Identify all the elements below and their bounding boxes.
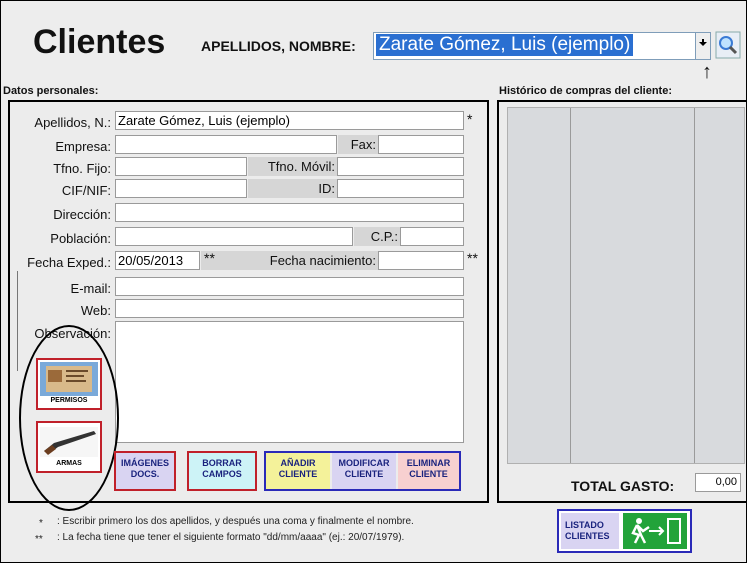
eliminar-cliente-label-2: CLIENTE xyxy=(409,469,448,479)
cp-label: C.P.: xyxy=(354,227,400,246)
empresa-field[interactable] xyxy=(115,135,337,154)
historico-label: Histórico de compras del cliente: xyxy=(499,85,672,97)
fax-label: Fax: xyxy=(338,135,378,154)
page-title: Clientes xyxy=(33,23,166,61)
fax-field[interactable] xyxy=(378,135,464,154)
pointer-arrow-icon: ↑ xyxy=(702,61,712,83)
imagenes-docs-label-1: IMÁGENES xyxy=(120,458,169,468)
date-format-star: ** xyxy=(204,250,215,266)
footnote-name-format: : Escribir primero los dos apellidos, y … xyxy=(57,516,414,527)
eliminar-cliente-label-1: ELIMINAR xyxy=(406,458,451,468)
exit-button[interactable] xyxy=(623,513,687,549)
combo-dropdown-button[interactable] xyxy=(695,32,711,60)
clientes-window: Clientes APELLIDOS, NOMBRE: Zarate Gómez… xyxy=(0,0,747,563)
total-gasto-label: TOTAL GASTO: xyxy=(571,478,675,494)
cif-field[interactable] xyxy=(115,179,247,198)
imagenes-docs-label-2: DOCS. xyxy=(130,469,160,479)
magnifier-icon xyxy=(715,31,741,59)
datos-personales-label: Datos personales: xyxy=(3,85,99,97)
fecha-exped-field[interactable]: 20/05/2013 xyxy=(115,251,200,270)
borrar-campos-label-2: CAMPOS xyxy=(202,469,242,479)
tfno-movil-field[interactable] xyxy=(337,157,464,176)
fecha-nacimiento-field[interactable] xyxy=(378,251,464,270)
apellidos-label: Apellidos, N.: xyxy=(34,115,111,130)
footnote-date-format: : La fecha tiene que tener el siguiente … xyxy=(57,532,405,543)
search-button[interactable] xyxy=(715,31,741,59)
email-label: E-mail: xyxy=(70,281,111,296)
fecha-exped-label: Fecha Exped.: xyxy=(27,255,111,270)
tfno-movil-label: Tfno. Móvil: xyxy=(248,157,337,176)
empresa-label: Empresa: xyxy=(55,139,111,154)
cp-field[interactable] xyxy=(400,227,464,246)
listado-clientes-button[interactable]: LISTADO CLIENTES xyxy=(561,513,619,549)
modificar-cliente-label-1: MODIFICAR xyxy=(338,458,390,468)
imagenes-docs-button[interactable]: IMÁGENES DOCS. xyxy=(114,451,176,491)
anadir-cliente-label-1: AÑADIR xyxy=(280,458,316,468)
web-field[interactable] xyxy=(115,299,464,318)
cif-label: CIF/NIF: xyxy=(61,183,111,198)
chevron-down-icon xyxy=(699,39,707,46)
modificar-cliente-label-2: CLIENTE xyxy=(344,469,384,479)
apellidos-nombre-label: APELLIDOS, NOMBRE: xyxy=(201,38,356,54)
direccion-field[interactable] xyxy=(115,203,464,222)
anadir-cliente-label-2: CLIENTE xyxy=(278,469,318,479)
footnote-double-star: ** xyxy=(35,534,43,545)
date-format-star-2: ** xyxy=(467,250,478,266)
modificar-cliente-button[interactable]: MODIFICAR CLIENTE xyxy=(332,453,396,489)
borrar-campos-label-1: BORRAR xyxy=(202,458,242,468)
grid-column-divider xyxy=(694,108,695,463)
direccion-label: Dirección: xyxy=(53,207,111,222)
poblacion-label: Población: xyxy=(50,231,111,246)
client-selector-combo[interactable]: Zarate Gómez, Luis (ejemplo) xyxy=(373,32,697,60)
eliminar-cliente-button[interactable]: ELIMINAR CLIENTE xyxy=(398,453,459,489)
poblacion-field[interactable] xyxy=(115,227,353,246)
listado-clientes-label-1: LISTADO xyxy=(565,520,604,530)
tfno-fijo-label: Tfno. Fijo: xyxy=(53,161,111,176)
total-gasto-value: 0,00 xyxy=(695,473,741,492)
anadir-cliente-button[interactable]: AÑADIR CLIENTE xyxy=(266,453,330,489)
grid-column-divider xyxy=(570,108,571,463)
id-field[interactable] xyxy=(337,179,464,198)
borrar-campos-button[interactable]: BORRAR CAMPOS xyxy=(187,451,257,491)
footnote-star: * xyxy=(39,518,43,529)
fecha-nacimiento-label: Fecha nacimiento: xyxy=(201,251,378,270)
id-label: ID: xyxy=(248,179,337,198)
email-field[interactable] xyxy=(115,277,464,296)
required-star: * xyxy=(467,111,473,127)
highlight-oval xyxy=(19,325,119,511)
apellidos-field[interactable]: Zarate Gómez, Luis (ejemplo) xyxy=(115,111,464,130)
group-divider xyxy=(17,271,18,371)
web-label: Web: xyxy=(80,303,111,318)
exit-door-icon xyxy=(631,518,681,544)
historico-grid[interactable] xyxy=(507,107,745,464)
tfno-fijo-field[interactable] xyxy=(115,157,247,176)
observacion-textarea[interactable] xyxy=(115,321,464,443)
listado-clientes-label-2: CLIENTES xyxy=(565,531,610,541)
client-selector-value: Zarate Gómez, Luis (ejemplo) xyxy=(376,34,634,56)
